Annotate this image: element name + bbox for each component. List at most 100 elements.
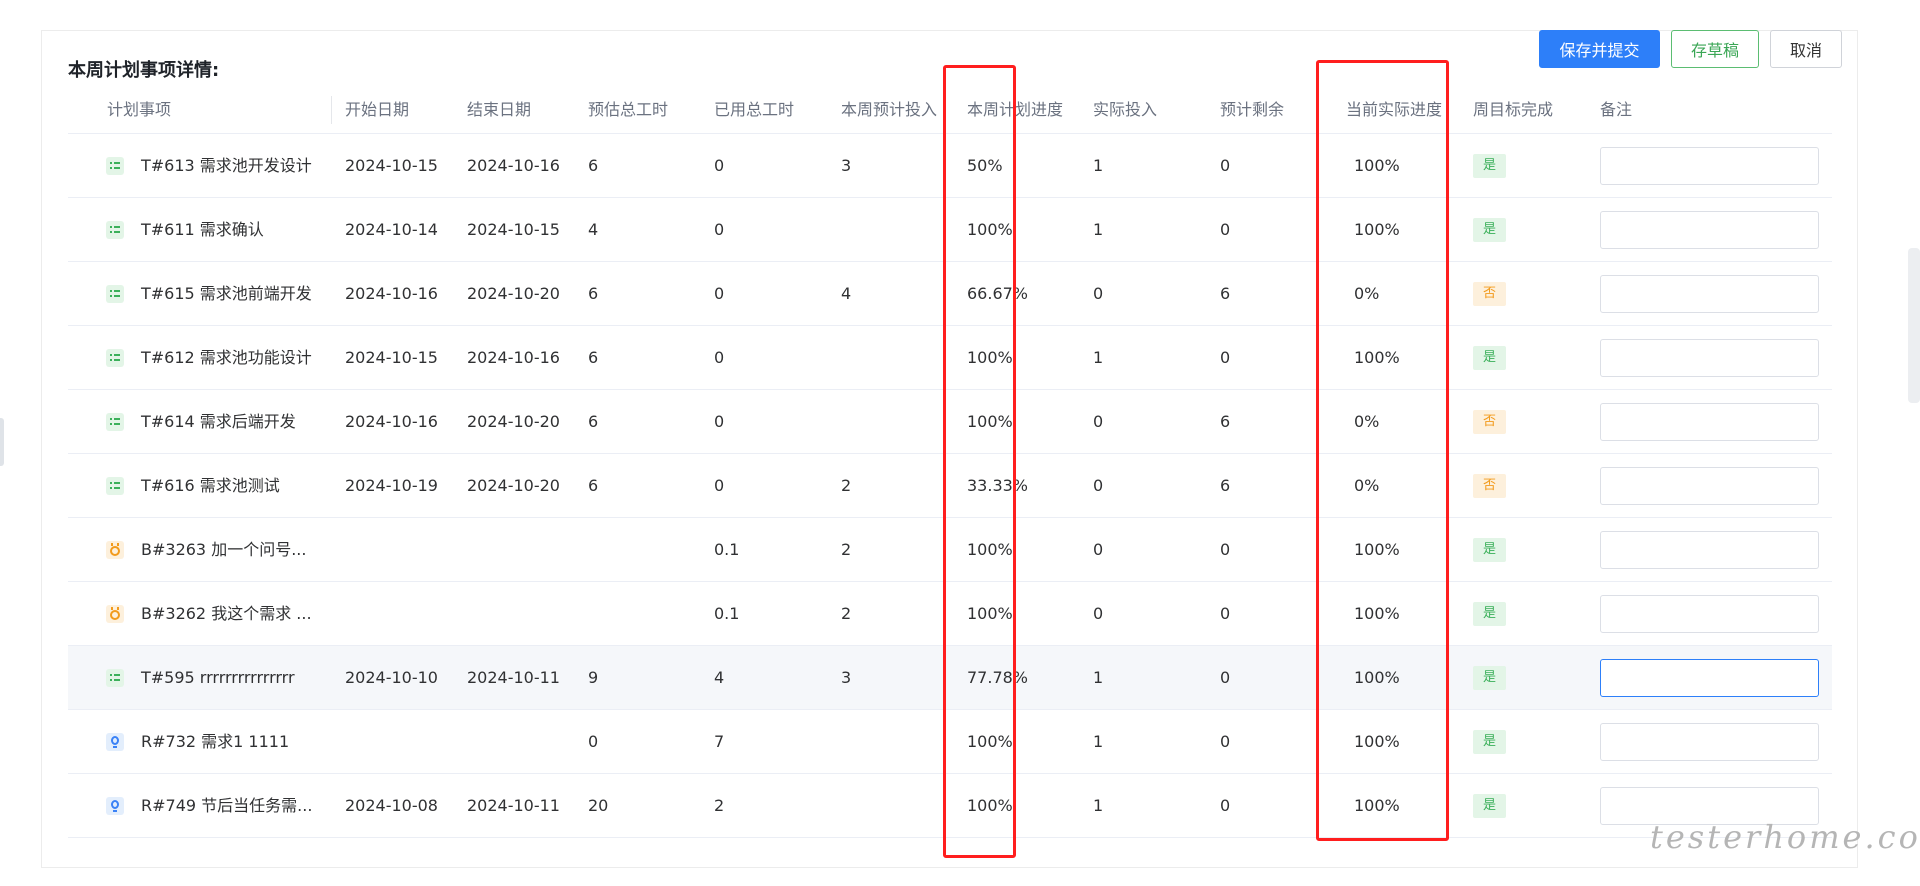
end-date-cell: 2024-10-20 bbox=[467, 476, 560, 495]
actual-progress-cell: 0% bbox=[1354, 284, 1380, 303]
col-header-item: 计划事项 bbox=[107, 100, 172, 119]
requirement-icon bbox=[106, 733, 124, 751]
col-header-used: 已用总工时 bbox=[714, 100, 795, 119]
start-date-cell: 2024-10-08 bbox=[345, 796, 438, 815]
used-hours-cell: 4 bbox=[714, 668, 725, 687]
remark-input[interactable] bbox=[1600, 595, 1819, 633]
item-name-link[interactable]: T#615 需求池前端开发 bbox=[141, 262, 312, 326]
remaining-cell: 0 bbox=[1220, 796, 1231, 815]
item-name-link[interactable]: B#3263 加一个问号... bbox=[141, 518, 306, 582]
table-row[interactable]: T#613 需求池开发设计 2024-10-15 2024-10-16 6 0 3 50% 1… bbox=[68, 134, 1832, 198]
table-row[interactable]: T#615 需求池前端开发 2024-10-16 2024-10-20 6 0 4 66.6… bbox=[68, 262, 1832, 326]
actual-input-cell: 0 bbox=[1093, 476, 1104, 495]
goal-done-badge: 否 bbox=[1473, 282, 1506, 306]
actual-progress-cell: 100% bbox=[1354, 668, 1400, 687]
plan-progress-cell: 66.67% bbox=[967, 284, 1029, 303]
item-name-link[interactable]: T#614 需求后端开发 bbox=[141, 390, 296, 454]
actual-input-cell: 1 bbox=[1093, 732, 1104, 751]
estimated-hours-cell: 6 bbox=[588, 156, 599, 175]
end-date-cell: 2024-10-11 bbox=[467, 668, 560, 687]
table-row[interactable]: R#732 需求1 1111 0 7 100% 1 0 100% 是 bbox=[68, 710, 1832, 774]
col-header-remaining: 预计剩余 bbox=[1220, 100, 1285, 119]
table-row[interactable]: T#614 需求后端开发 2024-10-16 2024-10-20 6 0 100% 0 6… bbox=[68, 390, 1832, 454]
end-date-cell: 2024-10-15 bbox=[467, 220, 560, 239]
bug-icon bbox=[106, 541, 124, 559]
remaining-cell: 0 bbox=[1220, 220, 1231, 239]
actual-input-cell: 1 bbox=[1093, 220, 1104, 239]
col-header-end: 结束日期 bbox=[467, 100, 532, 119]
used-hours-cell: 7 bbox=[714, 732, 725, 751]
remark-input[interactable] bbox=[1600, 147, 1819, 185]
remark-input[interactable] bbox=[1600, 211, 1819, 249]
estimated-hours-cell: 6 bbox=[588, 348, 599, 367]
table-row[interactable]: T#595 rrrrrrrrrrrrrrr 2024-10-10 2024-10-1… bbox=[68, 646, 1832, 710]
remark-input[interactable] bbox=[1600, 339, 1819, 377]
estimated-hours-cell: 9 bbox=[588, 668, 599, 687]
goal-done-badge: 否 bbox=[1473, 410, 1506, 434]
table-row[interactable]: R#749 节后当任务需... 2024-10-08 2024-10-11 20 2 10… bbox=[68, 774, 1832, 838]
item-name-link[interactable]: R#749 节后当任务需... bbox=[141, 774, 312, 838]
save-draft-button[interactable]: 存草稿 bbox=[1671, 30, 1759, 68]
remark-input[interactable] bbox=[1600, 467, 1819, 505]
item-name-link[interactable]: R#732 需求1 1111 bbox=[141, 710, 289, 774]
goal-done-badge: 是 bbox=[1473, 666, 1506, 690]
plan-progress-cell: 77.78% bbox=[967, 668, 1029, 687]
table-row[interactable]: T#616 需求池测试 2024-10-19 2024-10-20 6 0 2 33.33%… bbox=[68, 454, 1832, 518]
item-name-link[interactable]: T#611 需求确认 bbox=[141, 198, 264, 262]
cancel-button[interactable]: 取消 bbox=[1770, 30, 1842, 68]
table-row[interactable]: T#611 需求确认 2024-10-14 2024-10-15 4 0 100% 1 0 10… bbox=[68, 198, 1832, 262]
actual-progress-cell: 100% bbox=[1354, 732, 1400, 751]
col-header-goal-done: 周目标完成 bbox=[1473, 100, 1554, 119]
estimated-hours-cell: 6 bbox=[588, 476, 599, 495]
col-header-plan-progress: 本周计划进度 bbox=[967, 100, 1064, 119]
task-icon bbox=[106, 221, 124, 239]
estimated-hours-cell: 6 bbox=[588, 412, 599, 431]
start-date-cell: 2024-10-15 bbox=[345, 348, 438, 367]
table-row[interactable]: B#3263 加一个问号... 0.1 2 100% 0 0 100% 是 bbox=[68, 518, 1832, 582]
col-header-estimated: 预估总工时 bbox=[588, 100, 669, 119]
start-date-cell: 2024-10-15 bbox=[345, 156, 438, 175]
remark-input[interactable] bbox=[1600, 723, 1819, 761]
used-hours-cell: 0 bbox=[714, 412, 725, 431]
column-divider[interactable] bbox=[331, 96, 332, 124]
estimated-hours-cell: 6 bbox=[588, 284, 599, 303]
start-date-cell: 2024-10-16 bbox=[345, 412, 438, 431]
start-date-cell: 2024-10-10 bbox=[345, 668, 438, 687]
item-name-link[interactable]: T#616 需求池测试 bbox=[141, 454, 280, 518]
goal-done-badge: 是 bbox=[1473, 538, 1506, 562]
end-date-cell: 2024-10-20 bbox=[467, 412, 560, 431]
save-submit-button[interactable]: 保存并提交 bbox=[1539, 30, 1660, 68]
actual-input-cell: 1 bbox=[1093, 668, 1104, 687]
actual-progress-cell: 100% bbox=[1354, 604, 1400, 623]
scrollbar[interactable] bbox=[1908, 248, 1920, 403]
remark-input[interactable] bbox=[1600, 403, 1819, 441]
actual-input-cell: 0 bbox=[1093, 540, 1104, 559]
end-date-cell: 2024-10-16 bbox=[467, 156, 560, 175]
used-hours-cell: 0.1 bbox=[714, 540, 740, 559]
used-hours-cell: 0 bbox=[714, 220, 725, 239]
week-plan-cell: 3 bbox=[841, 156, 852, 175]
goal-done-badge: 是 bbox=[1473, 730, 1506, 754]
plan-progress-cell: 50% bbox=[967, 156, 1003, 175]
side-handle[interactable] bbox=[0, 418, 4, 466]
remark-input[interactable] bbox=[1600, 659, 1819, 697]
table-row[interactable]: T#612 需求池功能设计 2024-10-15 2024-10-16 6 0 100% 1… bbox=[68, 326, 1832, 390]
item-name-link[interactable]: T#613 需求池开发设计 bbox=[141, 134, 312, 198]
start-date-cell: 2024-10-19 bbox=[345, 476, 438, 495]
col-header-week-plan: 本周预计投入 bbox=[841, 100, 938, 119]
item-name-link[interactable]: T#595 rrrrrrrrrrrrrrr bbox=[141, 646, 295, 710]
week-plan-cell: 2 bbox=[841, 476, 852, 495]
used-hours-cell: 0.1 bbox=[714, 604, 740, 623]
remaining-cell: 0 bbox=[1220, 348, 1231, 367]
table-row[interactable]: B#3262 我这个需求 ... 0.1 2 100% 0 0 100% 是 bbox=[68, 582, 1832, 646]
remark-input[interactable] bbox=[1600, 275, 1819, 313]
remaining-cell: 0 bbox=[1220, 604, 1231, 623]
item-name-link[interactable]: T#612 需求池功能设计 bbox=[141, 326, 312, 390]
item-name-link[interactable]: B#3262 我这个需求 ... bbox=[141, 582, 312, 646]
remark-input[interactable] bbox=[1600, 531, 1819, 569]
col-header-actual-progress: 当前实际进度 bbox=[1346, 100, 1443, 119]
actual-input-cell: 0 bbox=[1093, 412, 1104, 431]
task-icon bbox=[106, 285, 124, 303]
remaining-cell: 6 bbox=[1220, 412, 1231, 431]
plan-progress-cell: 100% bbox=[967, 604, 1013, 623]
